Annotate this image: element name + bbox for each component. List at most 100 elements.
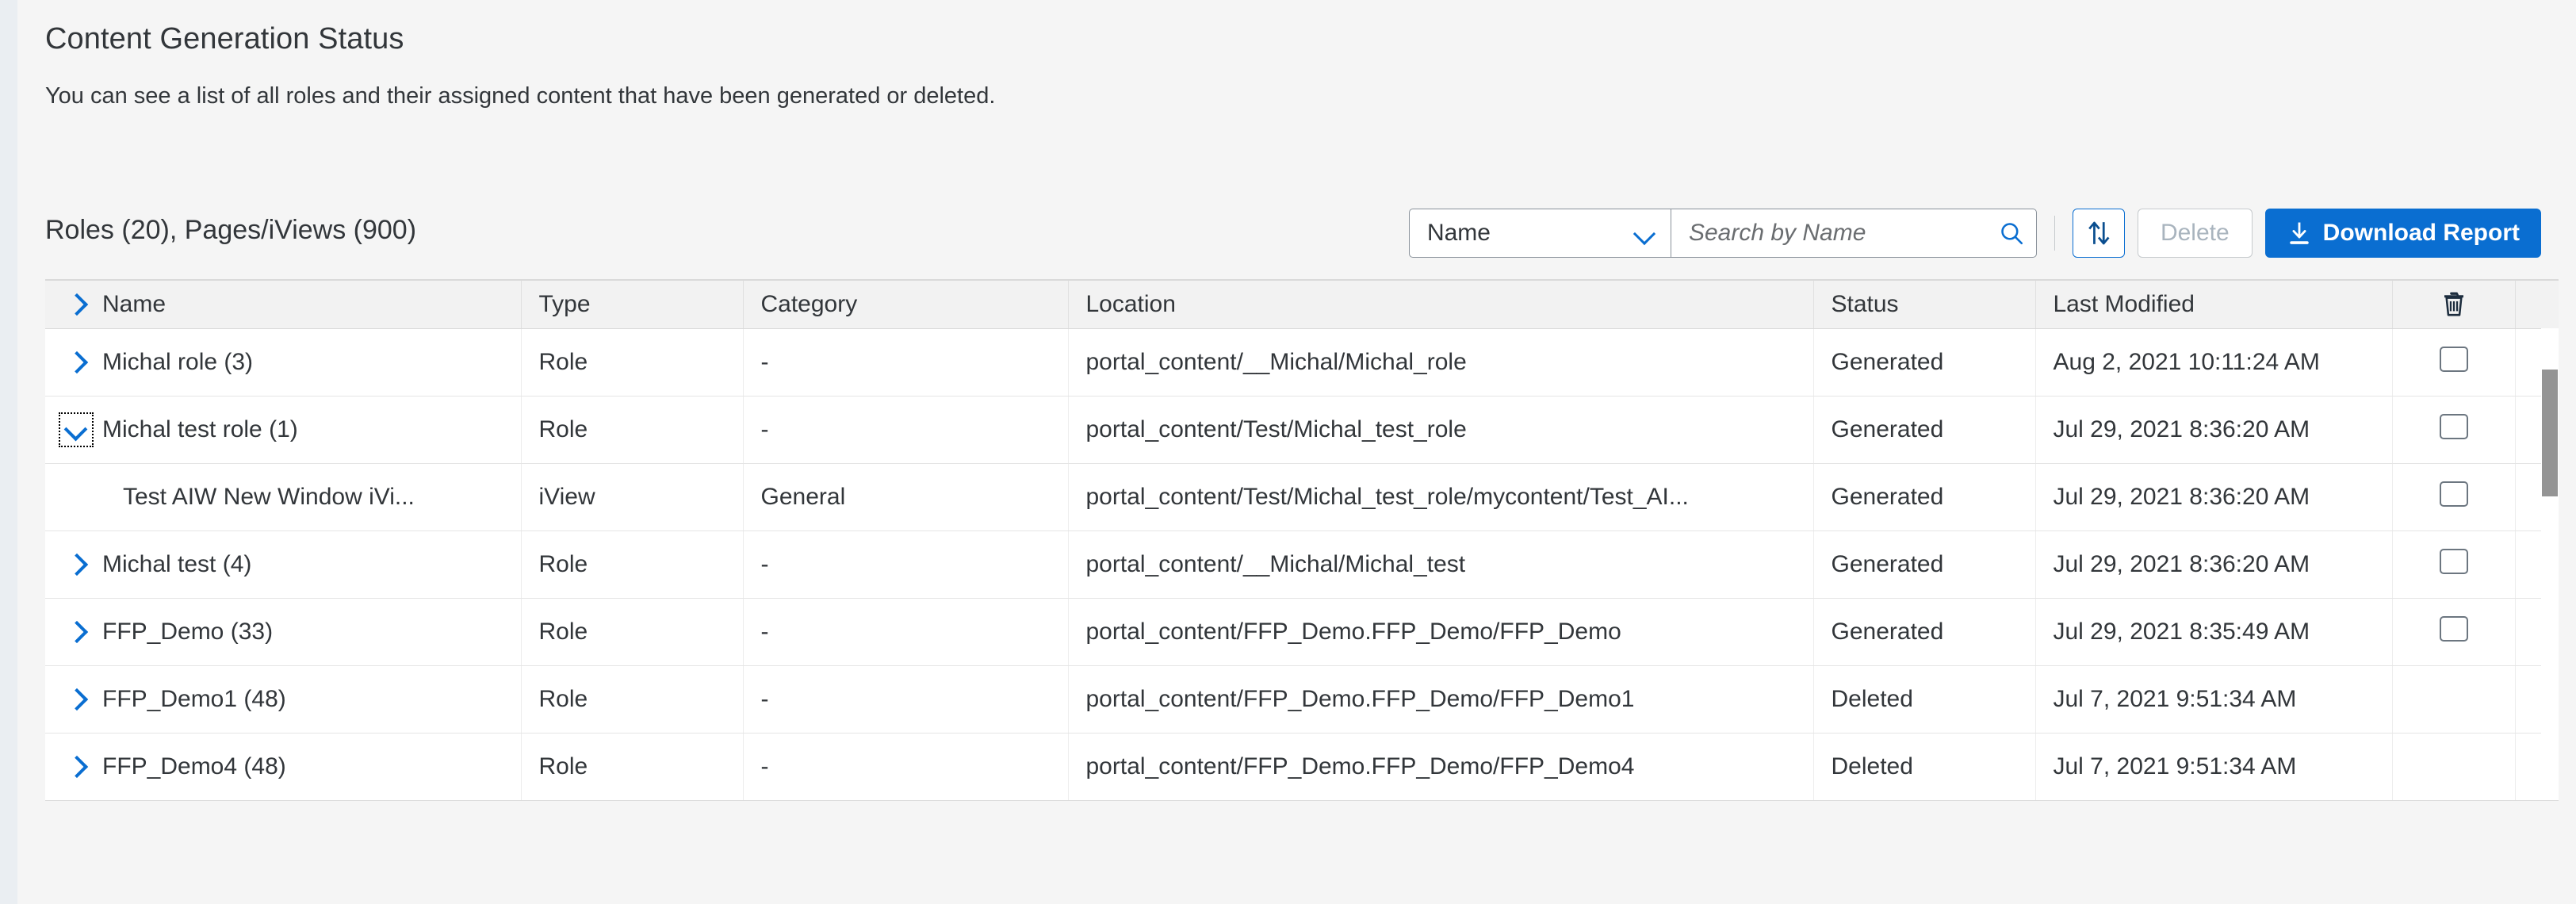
cell-category: - [743,665,1069,734]
table-row[interactable]: Michal test (4) Role - portal_content/__Mic… [45,531,2559,599]
table-vertical-scrollbar[interactable] [2541,328,2559,745]
cell-location: portal_content/Test/Michal_test_role [1068,396,1814,464]
column-header-scroll-pad [2515,281,2559,329]
delete-button[interactable]: Delete [2137,209,2253,258]
cell-location: portal_content/__Michal/Michal_test [1068,531,1814,599]
cell-last-modified-label: Jul 29, 2021 8:36:20 AM [2053,551,2310,577]
row-select-checkbox[interactable] [2439,414,2468,439]
cell-type: Role [521,531,744,599]
cell-category: - [743,396,1069,464]
cell-delete-checkbox [2392,598,2516,666]
cell-type: Role [521,328,744,396]
page-subtitle: You can see a list of all roles and thei… [45,83,996,109]
row-name-label: Michal role (3) [102,349,254,375]
table-vertical-scrollbar-thumb[interactable] [2542,370,2558,496]
cell-last-modified-label: Jul 7, 2021 9:51:34 AM [2053,753,2297,780]
search-input[interactable] [1688,220,1998,247]
cell-type-label: Role [538,349,588,375]
cell-type-label: Role [538,416,588,442]
cell-last-modified-label: Jul 29, 2021 8:36:20 AM [2053,484,2310,510]
cell-status: Generated [1813,463,2036,531]
table-body: Michal role (3) Role - portal_content/__Mic… [45,328,2559,801]
content-generation-status-page: Content Generation Status You can see a … [0,0,2576,904]
row-name-label: Michal test role (1) [102,416,298,442]
download-report-button[interactable]: Download Report [2264,209,2541,258]
cell-name: Michal role (3) [45,328,522,396]
content-table: Name Type Category Location Status Last … [45,281,2559,801]
row-select-checkbox[interactable] [2439,549,2468,574]
search-field-select-value: Name [1426,220,1491,246]
table-header-row: Name Type Category Location Status Last … [45,281,2559,329]
cell-delete-checkbox [2392,328,2516,396]
cell-category: - [743,733,1069,801]
cell-category-label: General [760,484,846,510]
cell-last-modified-label: Jul 7, 2021 9:51:34 AM [2053,686,2297,712]
cell-location: portal_content/FFP_Demo.FFP_Demo/FFP_Dem… [1068,665,1814,734]
column-header-last-modified[interactable]: Last Modified [2035,281,2393,329]
cell-category-label: - [760,349,769,375]
cell-delete-checkbox [2392,665,2516,734]
chevron-down-icon [1634,223,1655,243]
column-header-status[interactable]: Status [1813,281,2036,329]
table-row[interactable]: Test AIW New Window iVi... iView General po… [45,463,2559,531]
cell-status-label: Deleted [1831,686,1913,712]
cell-name: Test AIW New Window iVi... [45,463,522,531]
delete-button-label: Delete [2160,220,2230,246]
trash-icon[interactable] [2393,281,2515,328]
row-expand-chevron-right-icon[interactable] [63,619,90,645]
cell-last-modified: Jul 7, 2021 9:51:34 AM [2035,733,2393,801]
row-name-label: FFP_Demo1 (48) [102,686,286,712]
page-body: Content Generation Status You can see a … [17,0,2576,904]
cell-status-label: Generated [1831,349,1944,375]
table-row[interactable]: FFP_Demo1 (48) Role - portal_content/FFP_De… [45,665,2559,734]
cell-type-label: Role [538,551,588,577]
cell-location-label: portal_content/FFP_Demo.FFP_Demo/FFP_Dem… [1085,619,1621,645]
column-header-status-label: Status [1831,291,1899,317]
cell-name: FFP_Demo (33) [45,598,522,666]
row-name-label: FFP_Demo4 (48) [102,753,286,780]
table-row[interactable]: Michal role (3) Role - portal_content/__Mic… [45,328,2559,396]
row-name-label: Michal test (4) [102,551,252,577]
column-header-category[interactable]: Category [743,281,1069,329]
cell-location: portal_content/Test/Michal_test_role/myc… [1068,463,1814,531]
cell-delete-checkbox [2392,531,2516,599]
cell-status: Deleted [1813,733,2036,801]
cell-last-modified: Jul 29, 2021 8:36:20 AM [2035,396,2393,464]
row-expand-chevron-right-icon[interactable] [63,753,90,780]
column-header-location[interactable]: Location [1068,281,1814,329]
search-box[interactable] [1670,209,2037,258]
left-rail [0,0,17,904]
row-collapse-chevron-down-icon[interactable] [59,412,94,447]
cell-location: portal_content/FFP_Demo.FFP_Demo/FFP_Dem… [1068,733,1814,801]
row-expand-chevron-right-icon[interactable] [63,551,90,578]
sort-button[interactable] [2072,209,2125,258]
cell-last-modified-label: Jul 29, 2021 8:35:49 AM [2053,619,2310,645]
row-select-checkbox[interactable] [2439,347,2468,372]
expand-all-chevron-right-icon[interactable] [63,291,90,318]
cell-last-modified-label: Aug 2, 2021 10:11:24 AM [2053,349,2320,375]
toolbar-divider [2054,216,2055,251]
row-expand-chevron-right-icon[interactable] [63,349,90,376]
cell-category-label: - [760,416,769,442]
cell-status-label: Generated [1831,416,1944,442]
cell-type-label: Role [538,619,588,645]
toolbar-actions: Name Search by Name Delete Download Repo… [1408,202,2541,264]
cell-last-modified: Jul 7, 2021 9:51:34 AM [2035,665,2393,734]
cell-delete-checkbox [2392,463,2516,531]
row-select-checkbox[interactable] [2439,616,2468,642]
table-row[interactable]: Michal test role (1) Role - portal_content/… [45,396,2559,464]
record-counts-label: Roles (20), Pages/iViews (900) [45,215,417,245]
search-icon[interactable] [1998,220,2025,247]
column-header-last-modified-label: Last Modified [2053,291,2195,317]
cell-status: Generated [1813,531,2036,599]
row-expand-chevron-right-icon[interactable] [63,686,90,713]
cell-category: General [743,463,1069,531]
row-name-label: Test AIW New Window iVi... [123,484,415,510]
cell-category-label: - [760,686,769,712]
column-header-type[interactable]: Type [521,281,744,329]
search-field-select[interactable]: Name [1408,209,1671,258]
table-row[interactable]: FFP_Demo (33) Role - portal_content/FFP_Dem… [45,598,2559,666]
table-row[interactable]: FFP_Demo4 (48) Role - portal_content/FFP_De… [45,733,2559,801]
column-header-name[interactable]: Name [45,281,522,329]
row-select-checkbox[interactable] [2439,481,2468,507]
